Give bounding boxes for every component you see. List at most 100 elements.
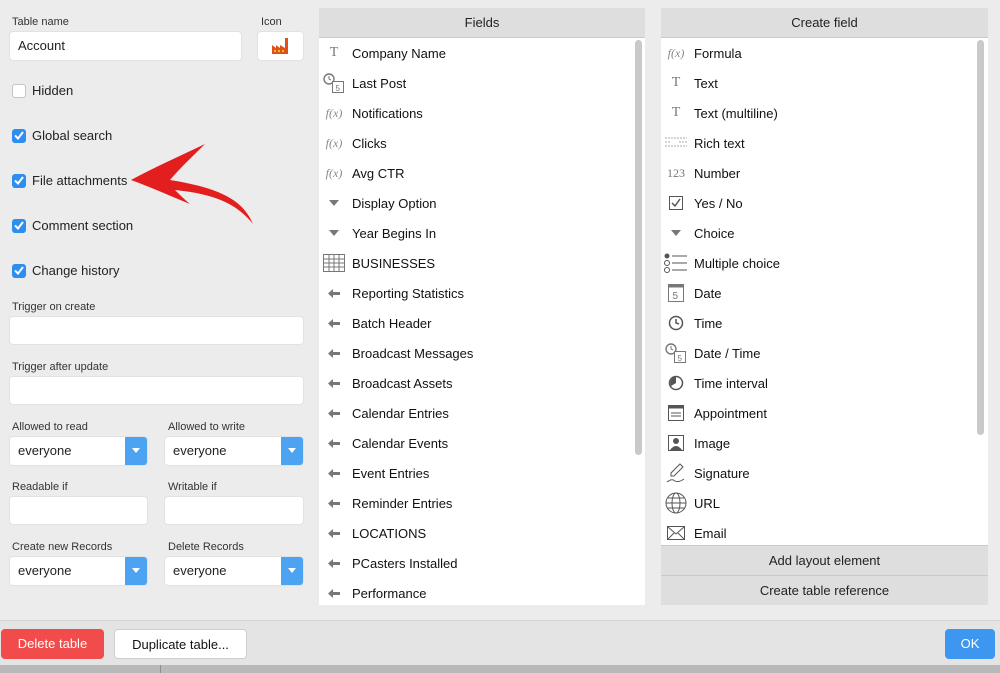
table-name-field[interactable]: Account [9,31,242,61]
field-label: LOCATIONS [352,525,427,541]
field-company-name[interactable]: T Company Name [319,38,446,68]
option-file-attachments[interactable]: File attachments [12,173,127,188]
checkbox-checked-icon[interactable] [12,218,26,233]
create-field-label: Multiple choice [694,255,780,271]
create-field-formula[interactable]: f(x) Formula [661,38,742,68]
create-field-label: Number [694,165,741,181]
link-arrow-icon [322,348,346,358]
field-label: Notifications [352,105,423,121]
create-field-panel: Create field f(x) Formula T Text T Text (mult… [661,8,988,605]
create-field-image[interactable]: Image [661,428,730,458]
create-field-text[interactable]: T Text [661,68,718,98]
field-performance[interactable]: Performance [319,578,426,608]
create-field-yes-no[interactable]: Yes / No [661,188,743,218]
create-table-reference-button[interactable]: Create table reference [661,575,988,605]
create-field-appointment[interactable]: Appointment [661,398,767,428]
create-records-select[interactable]: everyone [9,556,148,586]
allowed-write-label: Allowed to write [168,421,246,433]
trigger-create-label: Trigger on create [12,301,96,313]
link-arrow-icon [322,408,346,418]
checkbox-icon [664,196,688,210]
trigger-update-field[interactable] [9,376,304,405]
envelope-icon [664,526,688,540]
field-notifications[interactable]: f(x) Notifications [319,98,423,128]
delete-records-select[interactable]: everyone [164,556,304,586]
create-field-rich-text[interactable]: Rich text [661,128,745,158]
field-batch-header[interactable]: Batch Header [319,308,432,338]
link-arrow-icon [322,318,346,328]
delete-records-value: everyone [173,563,227,578]
checkbox-checked-icon[interactable] [12,263,26,278]
create-field-email[interactable]: Email [661,518,727,548]
create-field-text-multiline[interactable]: T Text (multiline) [661,98,778,128]
option-global-search[interactable]: Global search [12,128,112,143]
field-label: Last Post [352,75,407,91]
field-year-begins-in[interactable]: Year Begins In [319,218,436,248]
option-hidden[interactable]: Hidden [12,83,73,98]
create-field-signature[interactable]: Signature [661,458,750,488]
field-avg-ctr[interactable]: f(x) Avg CTR [319,158,405,188]
background-window-strip [0,665,1000,673]
field-pcasters-installed[interactable]: PCasters Installed [319,548,458,578]
table-icon-picker[interactable] [257,31,304,61]
field-calendar-events[interactable]: Calendar Events [319,428,448,458]
fields-scrollbar[interactable] [635,40,642,455]
create-field-number[interactable]: 123 Number [661,158,740,188]
create-field-time-interval[interactable]: Time interval [661,368,768,398]
create-field-choice[interactable]: Choice [661,218,734,248]
create-field-label: Formula [694,45,742,61]
add-layout-element-button[interactable]: Add layout element [661,545,988,575]
field-clicks[interactable]: f(x) Clicks [319,128,387,158]
option-label: Change history [32,263,120,278]
field-calendar-entries[interactable]: Calendar Entries [319,398,449,428]
allowed-read-value: everyone [18,443,72,458]
field-locations[interactable]: LOCATIONS [319,518,426,548]
duplicate-table-button[interactable]: Duplicate table... [114,629,247,659]
field-label: Year Begins In [352,225,437,241]
field-reminder-entries[interactable]: Reminder Entries [319,488,452,518]
field-businesses[interactable]: BUSINESSES [319,248,435,278]
field-reporting-statistics[interactable]: Reporting Statistics [319,278,464,308]
field-event-entries[interactable]: Event Entries [319,458,429,488]
writable-if-field[interactable] [164,496,304,525]
link-arrow-icon [322,288,346,298]
fields-header: Fields [319,8,645,38]
create-field-date[interactable]: 5 Date [661,278,721,308]
create-field-scrollbar[interactable] [977,40,984,435]
create-field-label: Date [694,285,722,301]
trigger-update-label: Trigger after update [12,361,109,373]
checkbox-checked-icon[interactable] [12,173,26,188]
create-field-label: Rich text [694,135,745,151]
allowed-write-select[interactable]: everyone [164,436,304,466]
delete-table-button[interactable]: Delete table [1,629,104,659]
time-interval-icon [664,375,688,391]
readable-if-field[interactable] [9,496,148,525]
field-label: Reporting Statistics [352,285,464,301]
allowed-read-select[interactable]: everyone [9,436,148,466]
create-field-label: URL [694,495,721,511]
create-field-url[interactable]: URL [661,488,720,518]
checkbox-checked-icon[interactable] [12,128,26,143]
field-broadcast-assets[interactable]: Broadcast Assets [319,368,452,398]
create-field-multiple-choice[interactable]: Multiple choice [661,248,780,278]
create-field-time[interactable]: Time [661,308,722,338]
option-label: File attachments [32,173,128,188]
checkbox-unchecked-icon[interactable] [12,83,26,98]
field-broadcast-messages[interactable]: Broadcast Messages [319,338,473,368]
text-icon: T [671,75,681,90]
field-display-option[interactable]: Display Option [319,188,437,218]
create-field-label: Date / Time [694,345,761,361]
table-icon [322,254,346,272]
clock-icon [664,315,688,331]
option-label: Hidden [32,83,74,98]
option-comment-section[interactable]: Comment section [12,218,133,233]
number-icon: 123 [667,165,685,180]
ok-button[interactable]: OK [945,629,995,659]
option-change-history[interactable]: Change history [12,263,119,278]
icon-label: Icon [261,16,282,28]
chevron-down-icon [281,557,303,585]
factory-icon [271,38,288,54]
field-last-post[interactable]: 5 Last Post [319,68,406,98]
create-field-date-time[interactable]: 5 Date / Time [661,338,760,368]
trigger-create-field[interactable] [9,316,304,345]
